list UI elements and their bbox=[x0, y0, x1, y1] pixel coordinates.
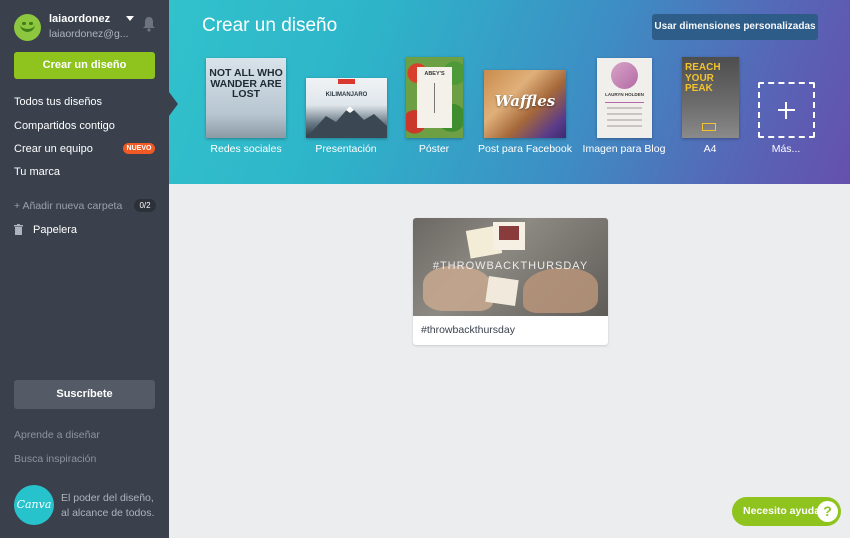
help-label: Necesito ayuda bbox=[743, 505, 821, 517]
find-inspiration-link[interactable]: Busca inspiración bbox=[14, 453, 96, 465]
design-title[interactable]: #throwbackthursday bbox=[421, 324, 515, 336]
subscribe-button[interactable]: Suscríbete bbox=[14, 380, 155, 409]
chevron-down-icon[interactable] bbox=[126, 16, 134, 21]
user-email: laiaordonez@g... bbox=[49, 28, 129, 40]
sidebar-item-trash[interactable]: Papelera bbox=[33, 224, 77, 236]
add-folder-link[interactable]: + Añadir nueva carpeta bbox=[14, 200, 122, 212]
help-button[interactable]: Necesito ayuda ? bbox=[732, 497, 841, 526]
template-label[interactable]: A4 bbox=[704, 143, 717, 155]
template-label[interactable]: Póster bbox=[419, 143, 449, 155]
design-overlay-text: #THROWBACKTHURSDAY bbox=[432, 260, 589, 272]
thumb-text: KILIMANJARO bbox=[325, 92, 368, 98]
thumb-text: Waffles bbox=[494, 92, 556, 110]
sidebar: laiaordonez laiaordonez@g... Crear un di… bbox=[0, 0, 169, 538]
trash-icon bbox=[14, 224, 23, 235]
template-thumbnail[interactable]: ABEY'S bbox=[406, 57, 463, 138]
create-design-button[interactable]: Crear un diseño bbox=[14, 52, 155, 79]
sidebar-item-shared[interactable]: Compartidos contigo bbox=[14, 120, 115, 132]
template-label[interactable]: Más... bbox=[772, 143, 801, 155]
avatar bbox=[14, 14, 41, 41]
canva-logo[interactable]: Canva bbox=[14, 485, 54, 525]
template-label[interactable]: Imagen para Blog bbox=[583, 143, 666, 155]
more-templates-button[interactable] bbox=[758, 82, 815, 138]
template-label[interactable]: Presentación bbox=[315, 143, 376, 155]
design-thumbnail[interactable]: #THROWBACKTHURSDAY bbox=[413, 218, 608, 316]
active-indicator bbox=[169, 92, 178, 116]
design-card[interactable]: #THROWBACKTHURSDAY #throwbackthursday bbox=[413, 218, 608, 345]
sidebar-item-create-team[interactable]: Crear un equipo bbox=[14, 143, 93, 155]
thumb-text: NOT ALL WHO WANDER ARE LOST bbox=[209, 67, 283, 100]
folder-count-badge: 0/2 bbox=[134, 199, 156, 212]
template-thumbnail[interactable]: KILIMANJARO bbox=[306, 78, 387, 138]
sidebar-item-brand[interactable]: Tu marca bbox=[14, 166, 60, 178]
new-badge: NUEVO bbox=[123, 143, 155, 154]
bell-icon[interactable] bbox=[142, 16, 156, 32]
sidebar-item-all-designs[interactable]: Todos tus diseños bbox=[14, 96, 102, 108]
learn-design-link[interactable]: Aprende a diseñar bbox=[14, 429, 100, 441]
template-thumbnail[interactable]: REACH YOUR PEAK bbox=[682, 57, 739, 138]
create-design-header: Crear un diseño Usar dimensiones persona… bbox=[169, 0, 850, 184]
custom-dimensions-button[interactable]: Usar dimensiones personalizadas bbox=[652, 14, 818, 40]
template-label[interactable]: Redes sociales bbox=[210, 143, 281, 155]
page-title: Crear un diseño bbox=[202, 15, 338, 36]
thumb-text: ABEY'S bbox=[424, 71, 445, 77]
question-icon: ? bbox=[817, 501, 838, 522]
template-label[interactable]: Post para Facebook bbox=[478, 143, 572, 155]
template-thumbnail[interactable]: Waffles bbox=[484, 70, 566, 138]
thumb-text: REACH YOUR PEAK bbox=[685, 62, 721, 94]
user-name: laiaordonez bbox=[49, 13, 111, 25]
slogan: El poder del diseño, al alcance de todos… bbox=[61, 492, 155, 519]
template-thumbnail[interactable]: LAURYN HOLDEN bbox=[597, 58, 652, 138]
template-thumbnail[interactable]: NOT ALL WHO WANDER ARE LOST bbox=[206, 58, 286, 138]
thumb-text: LAURYN HOLDEN bbox=[605, 92, 644, 97]
